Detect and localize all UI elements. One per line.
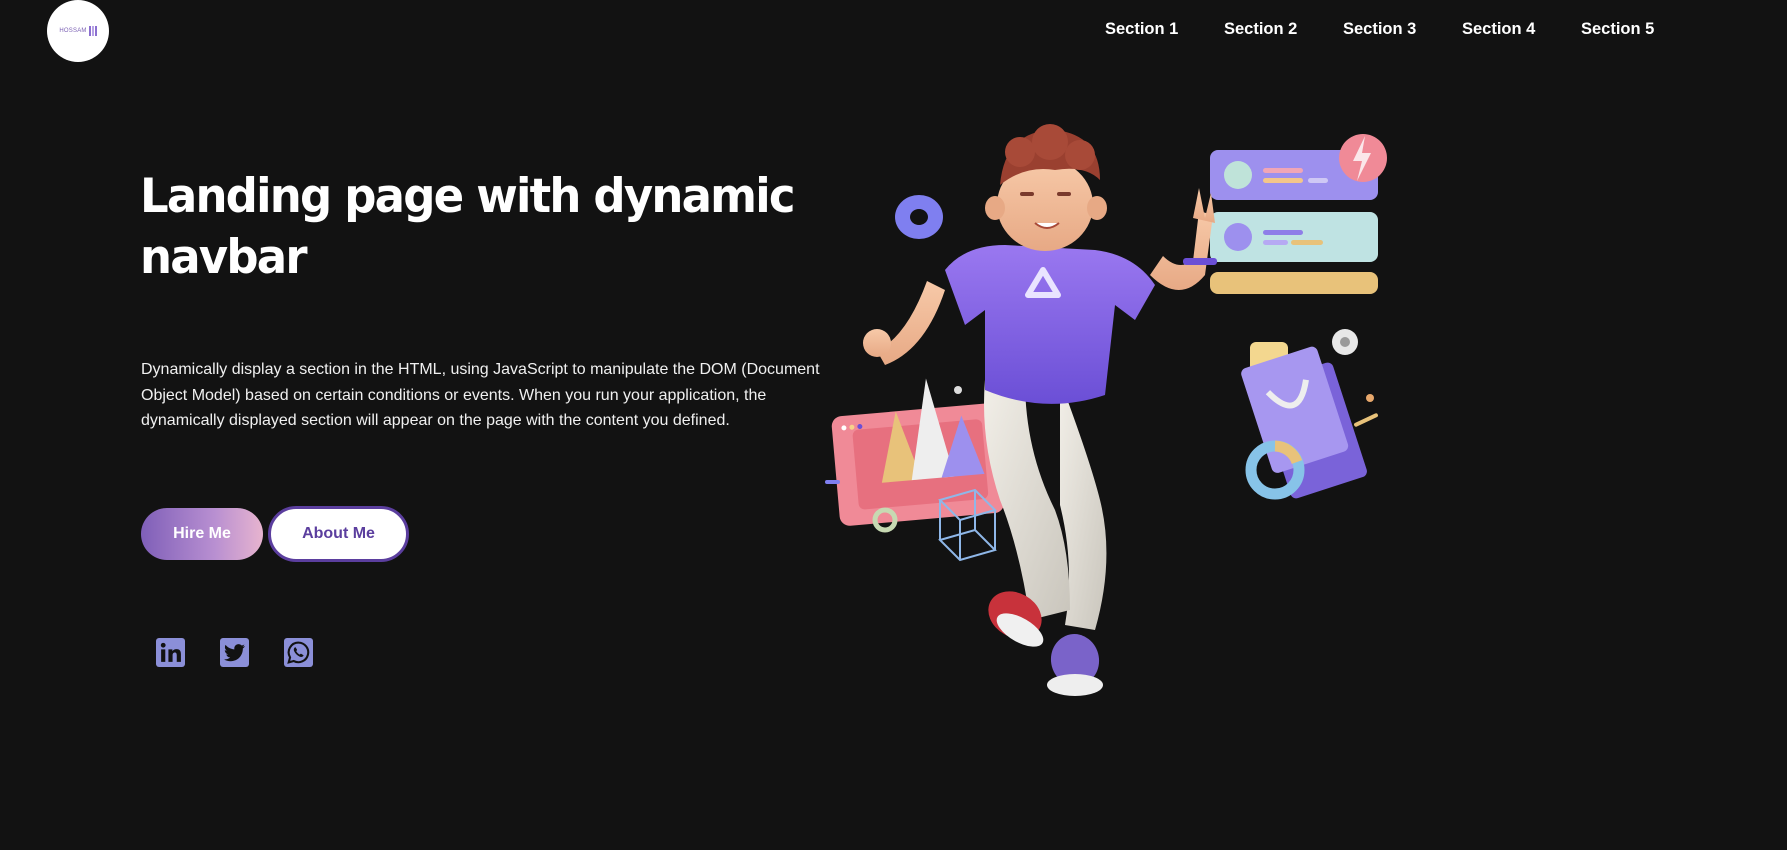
logo-bars-icon: [88, 26, 97, 36]
nav-item-section-5[interactable]: Section 5: [1581, 20, 1700, 39]
hero-illustration: [825, 124, 1387, 696]
whatsapp-icon[interactable]: [284, 638, 313, 667]
hero-description: Dynamically display a section in the HTM…: [141, 361, 820, 429]
navbar: Section 1 Section 2 Section 3 Section 4 …: [1105, 20, 1700, 39]
logo[interactable]: HOSSAM: [47, 0, 109, 62]
about-me-button[interactable]: About Me: [268, 506, 409, 562]
social-links: [156, 638, 313, 667]
nav-item-section-1[interactable]: Section 1: [1105, 20, 1224, 39]
logo-text: HOSSAM: [59, 28, 87, 34]
hero-buttons: Hire Me About Me: [141, 506, 409, 562]
page-title: Landing page with dynamic navbar: [140, 168, 796, 285]
logo-mark: HOSSAM: [59, 26, 97, 36]
nav-item-section-4[interactable]: Section 4: [1462, 20, 1581, 39]
hire-me-button[interactable]: Hire Me: [141, 508, 263, 560]
nav-item-section-2[interactable]: Section 2: [1224, 20, 1343, 39]
nav-item-section-3[interactable]: Section 3: [1343, 20, 1462, 39]
twitter-icon[interactable]: [220, 638, 249, 667]
linkedin-icon[interactable]: [156, 638, 185, 667]
